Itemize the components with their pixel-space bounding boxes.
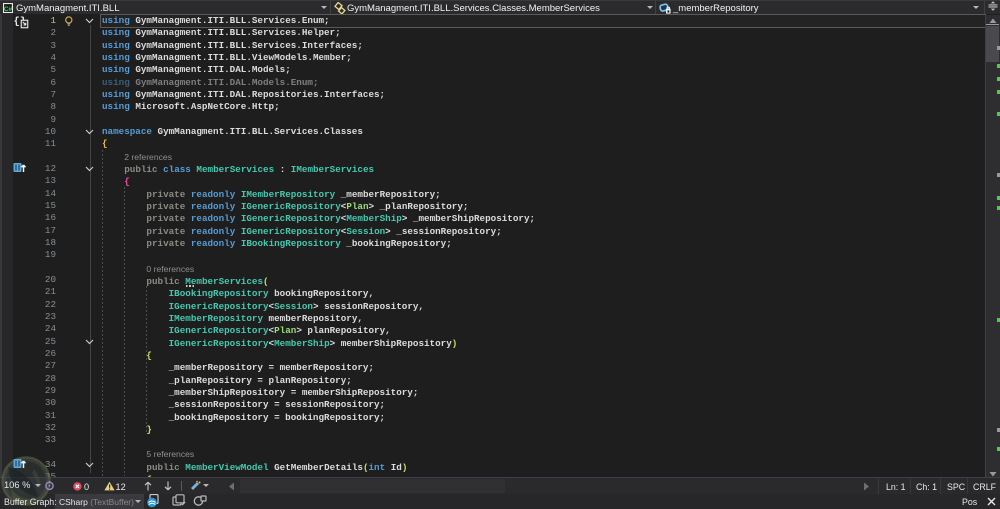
svg-text:C#: C# — [4, 6, 13, 13]
